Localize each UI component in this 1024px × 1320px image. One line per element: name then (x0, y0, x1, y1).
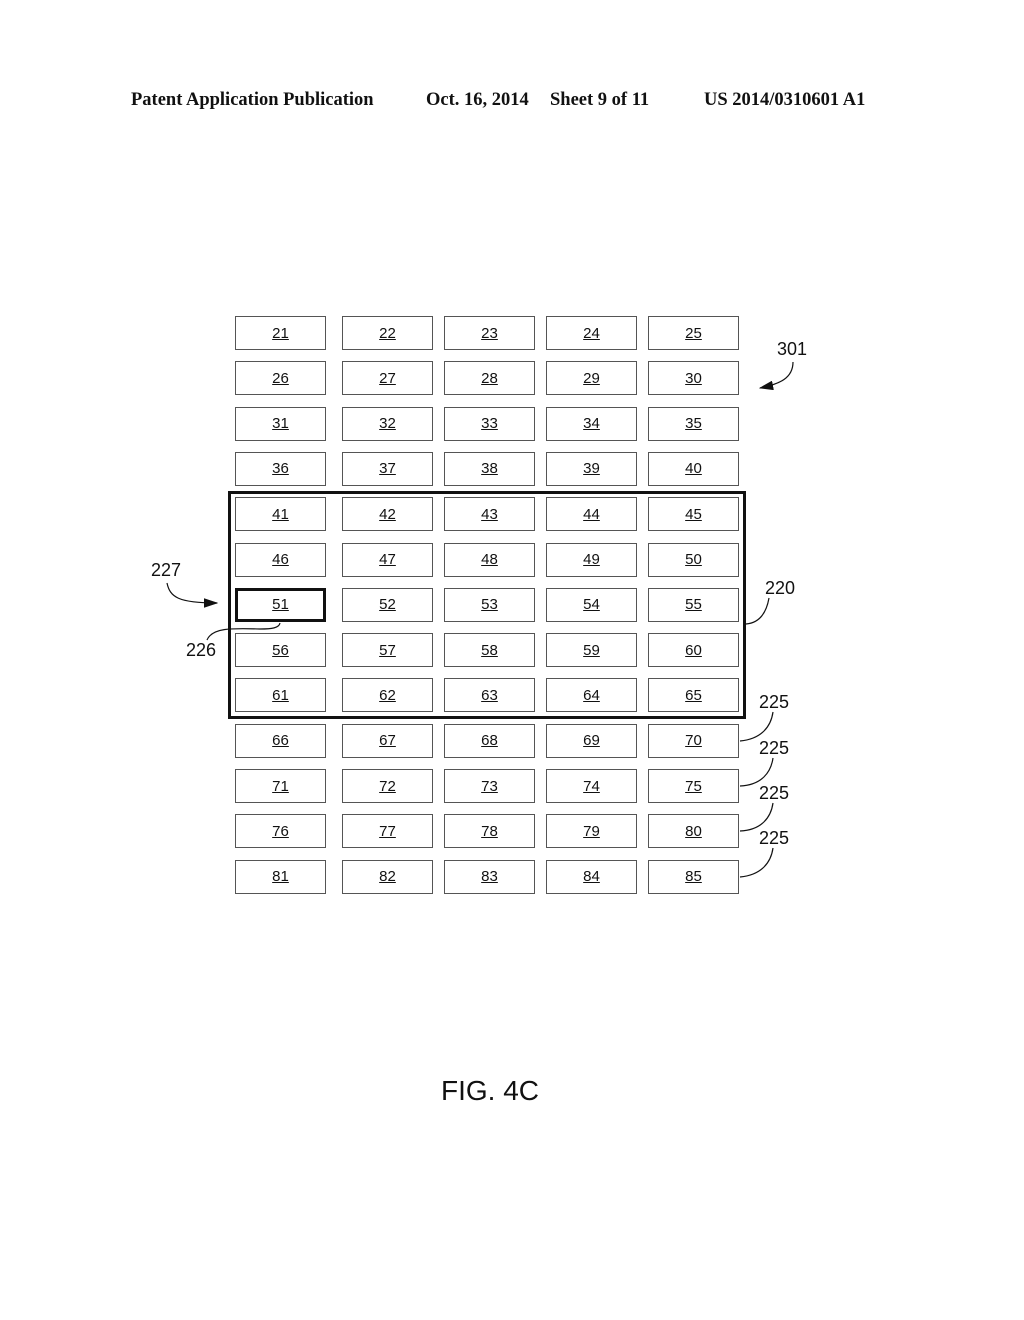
ref-label-226: 226 (186, 640, 217, 660)
figure-caption: FIG. 4C (441, 1075, 540, 1106)
leader-226 (206, 622, 281, 641)
ref-label-227: 227 (151, 560, 182, 580)
leader-225-d (739, 847, 774, 878)
ref-label-225: 225 (759, 692, 790, 712)
arrow-227 (166, 582, 219, 608)
arrow-301 (758, 361, 794, 391)
ref-label-225: 225 (759, 828, 790, 848)
ref-label-220: 220 (765, 578, 796, 598)
leader-lines (166, 361, 794, 878)
leader-225-b (739, 757, 774, 787)
leader-225-a (739, 711, 774, 742)
leader-225-c (739, 802, 774, 832)
leader-220 (745, 597, 770, 625)
ref-label-301: 301 (777, 339, 808, 359)
ref-label-225: 225 (759, 738, 790, 758)
ref-label-225: 225 (759, 783, 790, 803)
